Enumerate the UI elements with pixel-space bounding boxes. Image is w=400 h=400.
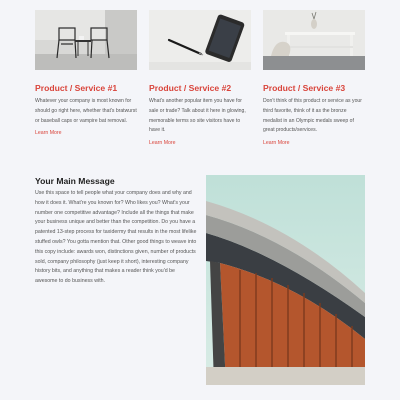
service-title: Product / Service #1 — [35, 83, 118, 93]
service-card-3: Product / Service #3 Don't think of this… — [263, 10, 365, 146]
learn-more-link[interactable]: Learn More — [149, 140, 251, 146]
architecture-photo-icon — [206, 175, 365, 385]
service-card-1: Product / Service #1 Whatever your compa… — [35, 10, 137, 136]
service-card-2: Product / Service #2 What's another popu… — [149, 10, 251, 146]
service-description: Don't think of this product or service a… — [263, 98, 362, 134]
bench-vase-photo-icon — [263, 10, 365, 70]
learn-more-link[interactable]: Learn More — [263, 140, 365, 146]
learn-more-link[interactable]: Learn More — [35, 130, 137, 136]
service-title: Product / Service #2 — [149, 83, 232, 93]
tablet-pen-photo-icon — [149, 10, 251, 70]
service-description: Whatever your company is most known for … — [35, 98, 137, 124]
service-description: What's another popular item you have for… — [149, 98, 246, 134]
main-heading: Your Main Message — [35, 176, 115, 186]
chairs-photo-icon — [35, 10, 137, 70]
main-body-text: Use this space to tell people what your … — [35, 190, 197, 285]
service-title: Product / Service #3 — [263, 83, 346, 93]
